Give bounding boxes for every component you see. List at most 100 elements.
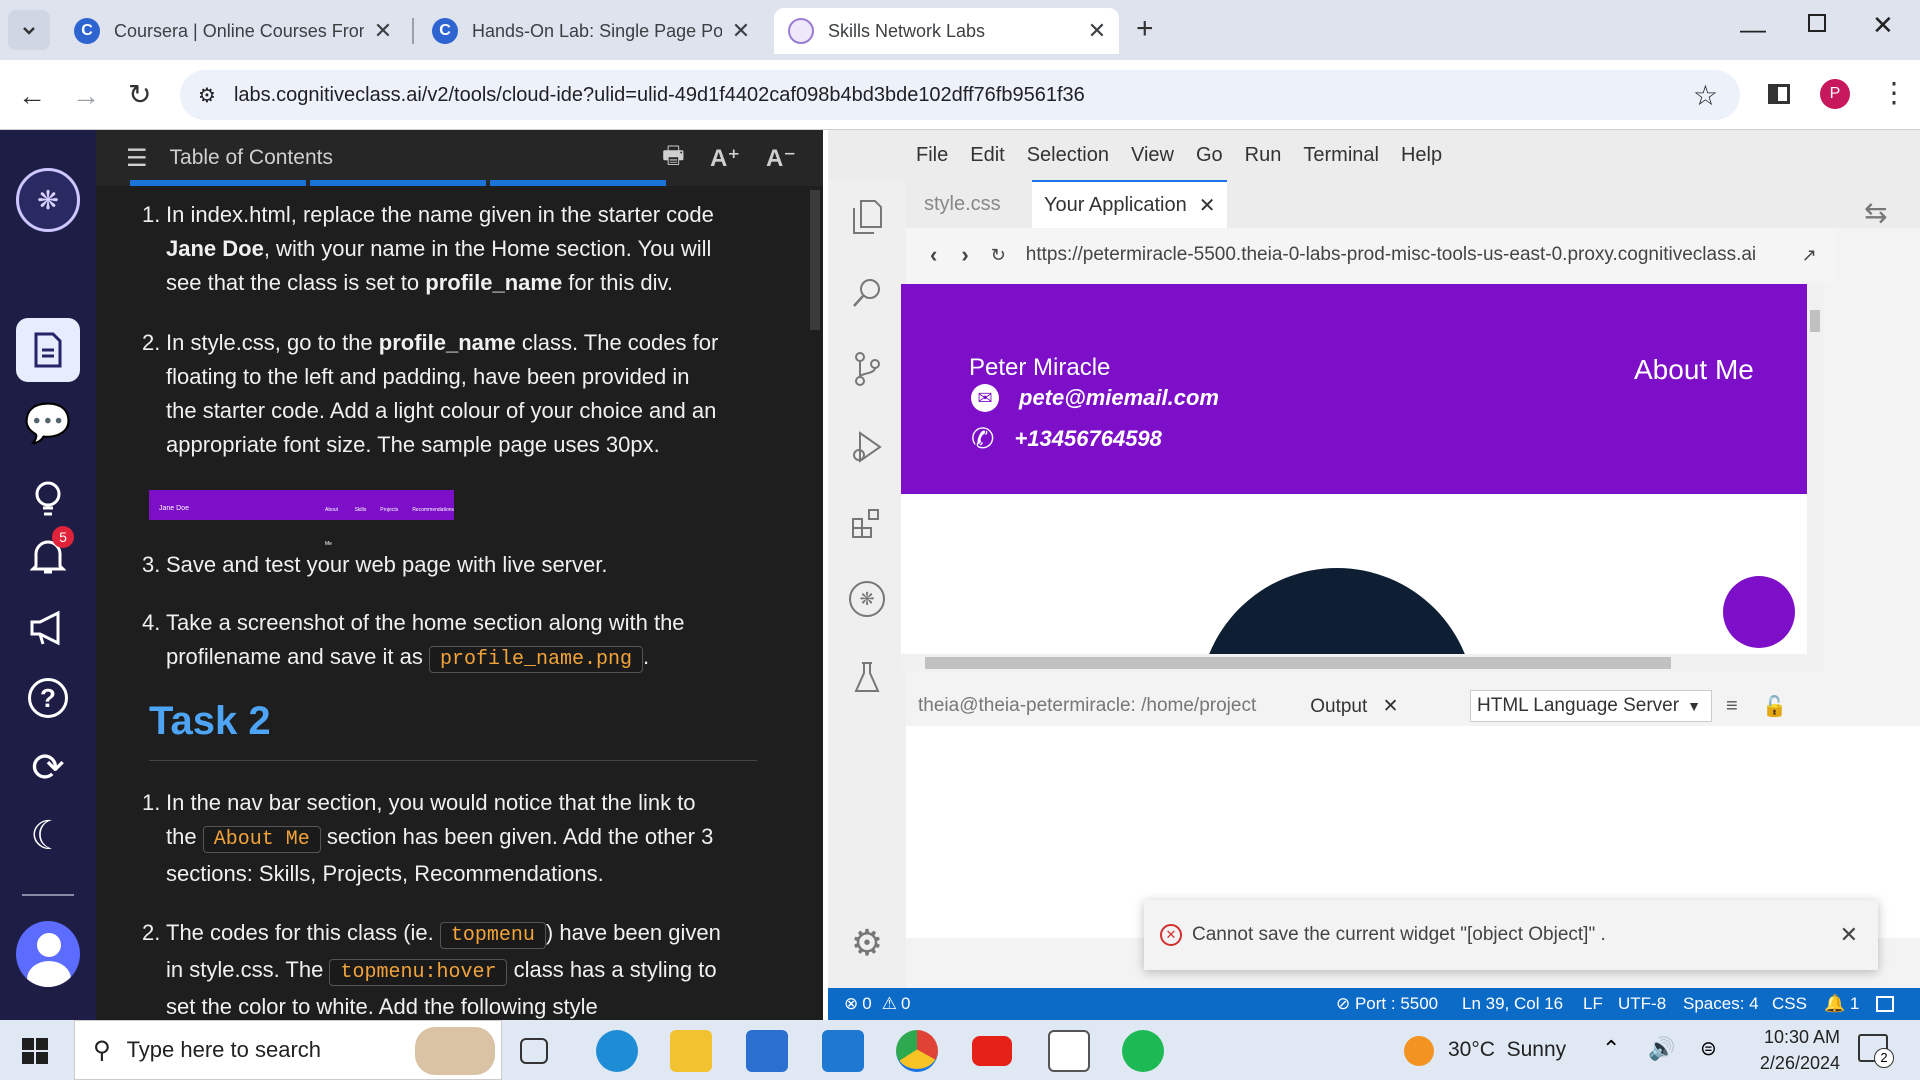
open-external-icon[interactable]: ↗ [1802,245,1817,266]
hamburger-menu-icon[interactable]: ☰ [126,144,148,173]
chat-bot-icon[interactable]: 💬 [16,392,80,456]
font-increase-button[interactable]: A⁺ [710,144,740,173]
font-decrease-button[interactable]: A⁻ [766,144,796,173]
youtube-icon[interactable] [972,1036,1012,1066]
close-tab-icon[interactable]: ✕ [1084,18,1110,44]
status-port[interactable]: ⊘ Port : 5500 [1336,994,1438,1014]
clock[interactable]: 10:30 AM 2/26/2024 [1730,1024,1840,1076]
wifi-icon[interactable]: ⊜ [1700,1036,1717,1061]
horizontal-scrollbar[interactable] [901,654,1823,672]
vertical-scrollbar[interactable] [1807,284,1823,654]
extensions-icon[interactable] [844,500,890,546]
bookmark-star-icon[interactable]: ☆ [1693,79,1718,112]
menu-edit[interactable]: Edit [970,144,1004,167]
tab-output[interactable]: Output ✕ [1310,695,1398,718]
speaker-icon[interactable]: 🔊 [1648,1036,1675,1062]
preview-reload-icon[interactable]: ↻ [991,245,1006,266]
status-encoding[interactable]: UTF-8 [1618,994,1666,1014]
problems-indicator[interactable]: ⊗ 0 ⚠ 0 [844,994,910,1014]
menu-selection[interactable]: Selection [1027,144,1109,167]
user-avatar-icon[interactable] [16,921,80,987]
windows-start-icon[interactable] [22,1038,48,1064]
skills-network-toolbox-icon[interactable]: ❋ [844,576,890,622]
run-debug-icon[interactable] [844,424,890,470]
restore-button[interactable] [1808,14,1826,32]
back-arrow-icon[interactable]: ← [18,80,46,112]
thumbnail-name: Jane Doe [159,505,189,512]
chrome-icon[interactable] [896,1030,938,1072]
forward-arrow-icon[interactable]: → [72,80,100,112]
new-tab-button[interactable]: + [1136,12,1154,46]
browser-tab-coursera[interactable]: C Coursera | Online Courses From ✕ [60,8,405,54]
tab-terminal[interactable]: theia@theia-petermiracle: /home/project [918,695,1256,717]
hint-lightbulb-icon[interactable] [16,468,80,532]
dark-mode-moon-icon[interactable]: ☾ [16,804,80,868]
tab-title: Hands-On Lab: Single Page Por [472,20,722,41]
preview-back-icon[interactable]: ‹ [930,242,937,268]
side-panel-icon[interactable] [1768,84,1790,104]
more-menu-icon[interactable]: ⋮ [1880,76,1908,109]
search-icon[interactable] [844,270,890,316]
wikipedia-icon[interactable] [1048,1030,1090,1072]
refresh-sync-icon[interactable]: ⟳ [16,736,80,800]
browser-tab-hands-on-lab[interactable]: C Hands-On Lab: Single Page Por ✕ [418,8,763,54]
menu-view[interactable]: View [1131,144,1174,167]
tab-your-application[interactable]: Your Application ✕ [1032,180,1228,228]
megaphone-icon[interactable] [16,596,80,660]
settings-gear-icon[interactable]: ⚙ [844,920,890,966]
microsoft-store-icon[interactable] [746,1030,788,1072]
menu-help[interactable]: Help [1401,144,1442,167]
tab-style-css[interactable]: style.css [912,180,1013,228]
close-tab-icon[interactable]: ✕ [728,18,754,44]
testing-flask-icon[interactable] [844,654,890,700]
minimize-button[interactable]: — [1740,14,1766,45]
output-channel-select[interactable]: HTML Language Server ▼ [1470,690,1712,722]
weather-text[interactable]: 30°C Sunny [1448,1038,1566,1062]
address-bar[interactable]: ⚙ labs.cognitiveclass.ai/v2/tools/cloud-… [180,70,1740,120]
taskbar-search[interactable]: ⚲ Type here to search [74,1020,502,1080]
nav-about-me[interactable]: About Me [1634,354,1754,386]
file-explorer-icon[interactable] [670,1030,712,1072]
task-view-icon[interactable] [520,1038,548,1064]
close-notification-icon[interactable]: ✕ [1840,922,1858,948]
profile-name: Peter Miracle [969,354,1111,381]
show-hidden-icons-chevron-icon[interactable]: ⌃ [1602,1036,1620,1062]
source-control-icon[interactable] [844,346,890,392]
clear-output-icon[interactable]: ≡ [1726,695,1738,718]
toc-title[interactable]: Table of Contents [170,146,333,170]
toggle-panel-icon[interactable] [1876,996,1894,1012]
instructions-header: ☰ Table of Contents 🖶 A⁺ A⁻ [96,130,823,186]
notification-center-icon[interactable]: 2 [1858,1034,1894,1068]
reload-icon[interactable]: ↻ [128,78,151,111]
site-settings-icon[interactable]: ⚙ [198,83,216,108]
edge-browser-icon[interactable] [596,1030,638,1072]
notifications-bell-icon[interactable]: 5 [16,524,80,588]
close-tab-icon[interactable]: ✕ [1199,193,1216,218]
browser-tab-skills-network[interactable]: Skills Network Labs ✕ [774,8,1119,54]
print-icon[interactable]: 🖶 [662,138,685,179]
lock-scroll-icon[interactable]: 🔓 [1762,694,1787,719]
close-window-button[interactable]: ✕ [1872,10,1894,41]
status-notifications[interactable]: 🔔 1 [1824,994,1859,1014]
status-position[interactable]: Ln 39, Col 16 [1462,994,1563,1014]
envelope-icon: ✉ [971,384,999,412]
status-language[interactable]: CSS [1772,994,1807,1014]
close-tab-icon[interactable]: ✕ [1383,696,1399,717]
explorer-files-icon[interactable] [844,194,890,240]
profile-avatar[interactable]: P [1820,79,1850,109]
menu-go[interactable]: Go [1196,144,1223,167]
menu-file[interactable]: File [916,144,948,167]
tab-search-button[interactable] [8,10,50,50]
help-question-icon[interactable]: ? [16,666,80,730]
instructions-icon[interactable] [16,318,80,382]
menu-run[interactable]: Run [1245,144,1282,167]
menu-terminal[interactable]: Terminal [1303,144,1379,167]
mail-icon[interactable] [822,1030,864,1072]
preview-url-field[interactable]: https://petermiracle-5500.theia-0-labs-p… [1026,244,1782,266]
status-spaces[interactable]: Spaces: 4 [1683,994,1759,1014]
preview-forward-icon[interactable]: › [961,242,968,268]
secondary-sidebar-icon[interactable]: ⇆ [1864,196,1887,229]
spotify-icon[interactable] [1122,1030,1164,1072]
close-tab-icon[interactable]: ✕ [370,18,396,44]
status-eol[interactable]: LF [1583,994,1603,1014]
